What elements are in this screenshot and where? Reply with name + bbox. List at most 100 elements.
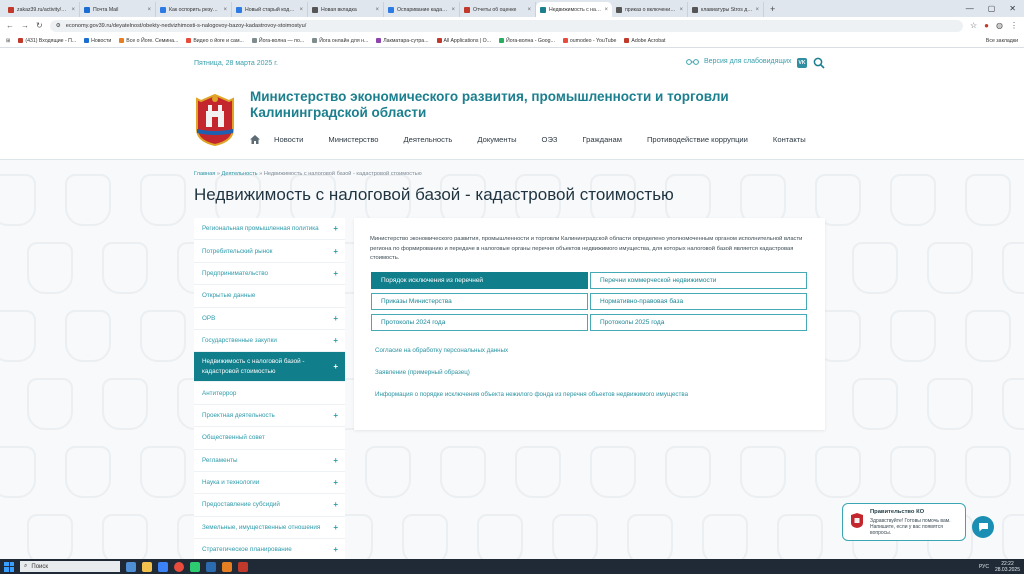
expand-plus-icon[interactable]: + <box>333 336 338 345</box>
legal-framework-button[interactable]: Нормативно-правовая база <box>590 293 807 310</box>
edge-icon[interactable] <box>158 561 168 572</box>
chrome-icon[interactable] <box>174 561 184 572</box>
expand-plus-icon[interactable]: + <box>333 545 338 554</box>
protocols-2024-button[interactable]: Протоколы 2024 года <box>371 314 588 331</box>
browser-tab[interactable]: Отчеты об оценке × <box>460 2 536 17</box>
exclusion-procedure-button[interactable]: Порядок исключения из перечней <box>371 272 588 289</box>
nav-item[interactable]: Документы <box>477 135 516 144</box>
application-sample-link[interactable]: Заявление (примерный образец) <box>375 369 470 376</box>
nav-item[interactable]: Деятельность <box>404 135 453 144</box>
tab-close-icon[interactable]: × <box>679 7 683 13</box>
expand-plus-icon[interactable]: + <box>333 269 338 278</box>
tab-close-icon[interactable]: × <box>71 7 75 13</box>
browser-tab[interactable]: Новый старый кодекс, или× <box>232 2 308 17</box>
bookmark-item[interactable]: All Applications | O... <box>436 38 491 44</box>
bookmark-item[interactable]: (431) Входящие - П... <box>18 38 76 44</box>
vk-icon[interactable]: VK <box>797 58 807 68</box>
commercial-property-lists-button[interactable]: Перечни коммерческой недвижимости <box>590 272 807 289</box>
maximize-icon[interactable]: ▢ <box>988 4 996 13</box>
new-tab-button[interactable]: + <box>764 4 781 14</box>
tab-close-icon[interactable]: × <box>223 7 227 13</box>
forward-icon[interactable]: → <box>21 21 29 30</box>
sidebar-item[interactable]: Недвижимость с налоговой базой - кадастр… <box>194 352 345 383</box>
nav-item[interactable]: Гражданам <box>582 135 622 144</box>
acrobat-icon[interactable] <box>238 561 248 572</box>
browser-tab[interactable]: Оспаривание кадастровой с× <box>384 2 460 17</box>
extension-icon[interactable]: ● <box>984 21 989 30</box>
browser-tab[interactable]: Недвижимость с налоговой× <box>536 2 612 17</box>
apps-icon[interactable]: ⊞ <box>6 38 10 44</box>
windows-start-icon[interactable] <box>4 561 14 572</box>
bookmark-item[interactable]: Йога-волна — по... <box>251 38 304 44</box>
tab-close-icon[interactable]: × <box>527 7 531 13</box>
clock[interactable]: 22:22 28.03.2025 <box>995 561 1020 573</box>
browser-tab[interactable]: zakaz39.ru/activity/zakaz/v× <box>4 2 80 17</box>
tab-close-icon[interactable]: × <box>451 7 455 13</box>
firefox-icon[interactable] <box>222 561 232 572</box>
bookmark-item[interactable]: Йога онлайн для н... <box>312 38 368 44</box>
nav-item[interactable]: ОЭЗ <box>542 135 558 144</box>
sidebar-item[interactable]: Потребительский рынок + <box>194 240 345 263</box>
sidebar-item[interactable]: ОРВ + <box>194 307 345 330</box>
bookmark-item[interactable]: Новости <box>84 38 111 44</box>
expand-plus-icon[interactable]: + <box>333 411 338 420</box>
back-icon[interactable]: ← <box>6 21 14 30</box>
ministry-orders-button[interactable]: Приказы Министерства <box>371 293 588 310</box>
sidebar-item[interactable]: Общественный совет <box>194 427 345 450</box>
search-icon[interactable] <box>813 57 825 69</box>
close-window-icon[interactable]: ✕ <box>1009 4 1016 13</box>
chat-open-button[interactable] <box>972 516 994 538</box>
all-bookmarks-link[interactable]: Все закладки <box>986 38 1018 44</box>
sidebar-item[interactable]: Предпринимательство + <box>194 262 345 286</box>
file-explorer-icon[interactable] <box>142 561 152 572</box>
browser-tab[interactable]: приказ о включении в перечень× <box>612 2 688 17</box>
sidebar-item[interactable]: Государственные закупки + <box>194 329 345 353</box>
tab-close-icon[interactable]: × <box>147 7 151 13</box>
tab-close-icon[interactable]: × <box>604 7 608 13</box>
expand-plus-icon[interactable]: + <box>333 362 338 372</box>
expand-plus-icon[interactable]: + <box>333 456 338 465</box>
task-view-icon[interactable] <box>126 561 136 572</box>
expand-plus-icon[interactable]: + <box>333 523 338 532</box>
sidebar-item[interactable]: Предоставление субсидий + <box>194 494 345 517</box>
browser-tab[interactable]: Как оспорить результаты кад× <box>156 2 232 17</box>
chat-popup[interactable]: Правительство КО Здравствуйте! Готовы по… <box>842 503 966 541</box>
breadcrumb-home[interactable]: Главная <box>194 171 215 177</box>
tab-close-icon[interactable]: × <box>755 7 759 13</box>
minimize-icon[interactable]: — <box>966 4 974 13</box>
menu-icon[interactable]: ⋮ <box>1010 21 1018 30</box>
browser-tab[interactable]: Новая вкладка × <box>308 2 384 17</box>
nav-item[interactable]: Новости <box>274 135 303 144</box>
tab-close-icon[interactable]: × <box>375 7 379 13</box>
expand-plus-icon[interactable]: + <box>333 224 338 233</box>
reload-icon[interactable]: ↻ <box>36 21 43 30</box>
sidebar-item[interactable]: Регламенты + <box>194 449 345 472</box>
sidebar-item[interactable]: Региональная промышленная политика + <box>194 218 345 241</box>
expand-plus-icon[interactable]: + <box>333 478 338 487</box>
home-icon[interactable] <box>250 135 260 144</box>
kaliningrad-emblem-logo[interactable] <box>193 93 237 147</box>
url-field[interactable]: ⚙ economy.gov39.ru/deyatelnost/obekty-ne… <box>49 19 963 32</box>
bookmark-item[interactable]: Видео о йоге и сам... <box>186 38 244 44</box>
expand-plus-icon[interactable]: + <box>333 314 338 323</box>
sidebar-item[interactable]: Наука и технологии + <box>194 471 345 495</box>
sidebar-item[interactable]: Проектная деятельность + <box>194 404 345 428</box>
taskbar-search[interactable]: ⌕ Поиск <box>20 561 120 572</box>
browser-tab[interactable]: клавиатуры Stros для мака× <box>688 2 764 17</box>
profile-icon[interactable]: ◍ <box>996 21 1003 30</box>
bookmark-item[interactable]: Все о Йоге. Семина... <box>119 38 178 44</box>
bookmark-item[interactable]: Йога-волна - Goog... <box>499 38 555 44</box>
organization-title[interactable]: Министерство экономического развития, пр… <box>250 89 810 121</box>
breadcrumb-section[interactable]: Деятельность <box>222 171 258 177</box>
expand-plus-icon[interactable]: + <box>333 500 338 509</box>
nav-item[interactable]: Противодействие коррупции <box>647 135 748 144</box>
sidebar-item[interactable]: Земельные, имущественные отношения + <box>194 516 345 540</box>
protocols-2025-button[interactable]: Протоколы 2025 года <box>590 314 807 331</box>
sidebar-item[interactable]: Открытые данные <box>194 285 345 308</box>
personal-data-consent-link[interactable]: Согласие на обработку персональных данны… <box>375 347 508 354</box>
nav-item[interactable]: Контакты <box>773 135 806 144</box>
keyboard-language[interactable]: РУС <box>979 564 989 570</box>
sidebar-item[interactable]: Антитеррор <box>194 382 345 405</box>
browser-tab[interactable]: Почта Mail × <box>80 2 156 17</box>
bookmark-item[interactable]: oumodeo - YouTube <box>562 38 616 44</box>
